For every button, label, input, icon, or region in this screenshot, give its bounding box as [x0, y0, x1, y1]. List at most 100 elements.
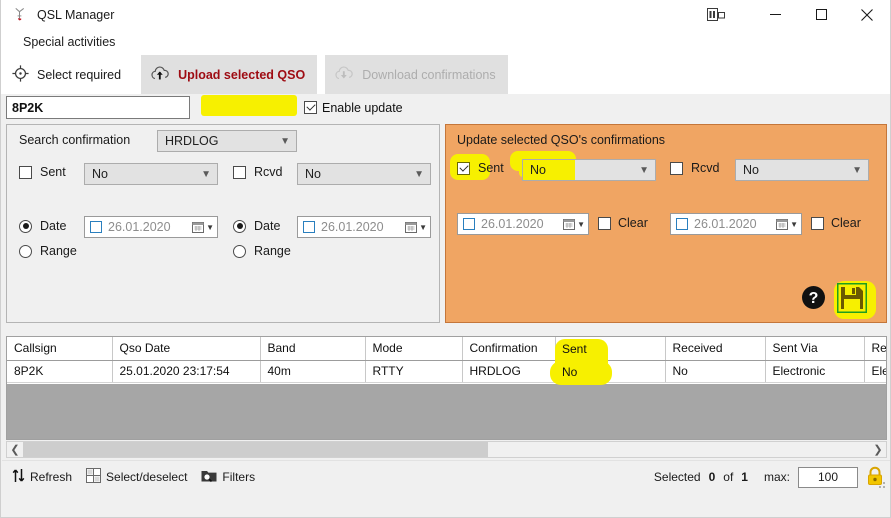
- enable-update-checkbox[interactable]: [304, 101, 317, 114]
- chevron-down-icon: ▼: [206, 222, 214, 232]
- filter-folder-icon: [201, 468, 217, 486]
- callsign-row: Enable update: [1, 94, 890, 121]
- search-left-date-radio[interactable]: [19, 219, 32, 233]
- search-sent-checkbox[interactable]: [19, 165, 32, 179]
- menu-item-special-activities[interactable]: Special activities: [19, 33, 119, 51]
- qsl-manager-window: QSL Manager Special activities Select re…: [0, 0, 891, 518]
- update-left-clear-group[interactable]: Clear: [598, 216, 648, 230]
- calendar-icon[interactable]: ▼: [192, 221, 214, 234]
- filters-button[interactable]: Filters: [201, 468, 255, 486]
- close-icon[interactable]: [844, 0, 890, 29]
- column-header-callsign[interactable]: Callsign: [7, 337, 113, 361]
- scroll-right-arrow-icon[interactable]: ❯: [870, 442, 886, 457]
- search-left-date-radio-row[interactable]: Date: [19, 219, 66, 233]
- update-right-datepicker[interactable]: 26.01.2020 ▼: [670, 213, 802, 235]
- search-sent-value: No: [92, 167, 108, 181]
- refresh-button[interactable]: Refresh: [12, 468, 72, 486]
- enable-update-control[interactable]: Enable update: [201, 95, 407, 119]
- column-header-mode[interactable]: Mode: [365, 337, 463, 361]
- toolbar-download-confirmations-button[interactable]: Download confirmations: [325, 55, 508, 94]
- search-left-datepicker[interactable]: 26.01.2020 ▼: [84, 216, 218, 238]
- highlight-sent-header-text: Sent: [562, 342, 587, 356]
- column-header-qso-date[interactable]: Qso Date: [112, 337, 261, 361]
- column-header-sent-via[interactable]: Sent Via: [765, 337, 865, 361]
- select-deselect-button[interactable]: Select/deselect: [86, 467, 187, 486]
- search-right-datepicker[interactable]: 26.01.2020 ▼: [297, 216, 431, 238]
- search-right-date-radio[interactable]: [233, 219, 246, 233]
- title-bar: QSL Manager: [1, 0, 890, 29]
- search-left-range-radio-row[interactable]: Range: [19, 244, 77, 258]
- search-right-range-radio-row[interactable]: Range: [233, 244, 291, 258]
- update-sent-group: Sent: [457, 161, 504, 175]
- toolbar-upload-selected-qso-button[interactable]: Upload selected QSO: [141, 55, 318, 94]
- status-right-group: Selected 0 of 1 max: 100: [654, 461, 884, 493]
- update-left-datepicker[interactable]: 26.01.2020 ▼: [457, 213, 589, 235]
- toolbar-button-label: Upload selected QSO: [178, 67, 306, 82]
- update-left-date-value: 26.01.2020: [481, 217, 544, 231]
- update-right-clear-label: Clear: [831, 216, 861, 230]
- update-right-date-checkbox[interactable]: [676, 218, 688, 230]
- update-sent-combo[interactable]: No ▼: [522, 159, 656, 181]
- scrollbar-track[interactable]: [23, 442, 870, 457]
- calendar-icon[interactable]: ▼: [563, 218, 585, 231]
- column-header-received[interactable]: Received: [665, 337, 766, 361]
- search-right-range-radio[interactable]: [233, 244, 246, 258]
- scroll-left-arrow-icon[interactable]: ❮: [7, 442, 23, 457]
- search-right-date-label: Date: [254, 219, 281, 233]
- search-left-date-checkbox[interactable]: [90, 221, 102, 233]
- max-label: max:: [763, 470, 790, 484]
- chevron-down-icon: ▼: [852, 164, 862, 176]
- scrollbar-thumb[interactable]: [23, 442, 488, 457]
- cell-confirmation: HRDLOG: [462, 360, 556, 383]
- chevron-down-icon: ▼: [639, 164, 649, 176]
- update-rcvd-checkbox[interactable]: [670, 161, 683, 175]
- update-left-date-checkbox[interactable]: [463, 218, 475, 230]
- selected-prefix-label: Selected: [653, 470, 701, 484]
- search-right-range-label: Range: [254, 244, 291, 258]
- update-rcvd-combo[interactable]: No ▼: [735, 159, 869, 181]
- search-source-combo[interactable]: HRDLOG ▼: [157, 130, 297, 152]
- update-sent-checkbox[interactable]: [457, 161, 470, 175]
- table-horizontal-scrollbar[interactable]: ❮ ❯: [6, 441, 887, 458]
- minimize-icon[interactable]: [752, 0, 798, 29]
- search-source-value: HRDLOG: [165, 134, 219, 148]
- window-title: QSL Manager: [37, 7, 115, 22]
- calendar-icon[interactable]: ▼: [405, 221, 427, 234]
- qso-table[interactable]: Callsign Qso Date Band Mode Confirmation…: [6, 336, 887, 440]
- column-header-received-via[interactable]: Recei: [864, 337, 886, 361]
- search-right-date-checkbox[interactable]: [303, 221, 315, 233]
- chevron-down-icon: ▼: [414, 168, 424, 180]
- column-header-confirmation[interactable]: Confirmation: [462, 337, 556, 361]
- resize-grip[interactable]: [876, 479, 886, 489]
- search-rcvd-combo[interactable]: No ▼: [297, 163, 431, 185]
- update-left-clear-label: Clear: [618, 216, 648, 230]
- max-value-input[interactable]: 100: [798, 466, 858, 488]
- toolbar-select-required-button[interactable]: Select required: [3, 55, 133, 94]
- update-right-clear-checkbox[interactable]: [811, 216, 824, 230]
- search-sent-label: Sent: [40, 165, 66, 179]
- table-empty-area: [7, 384, 886, 439]
- layout-snap-icon[interactable]: [696, 0, 736, 29]
- search-rcvd-checkbox[interactable]: [233, 165, 246, 179]
- panels-area: Search confirmation HRDLOG ▼ Sent No ▼ R…: [1, 121, 890, 323]
- column-header-band[interactable]: Band: [260, 337, 366, 361]
- maximize-icon[interactable]: [798, 0, 844, 29]
- toolbar: Select required Upload selected QSO Down…: [1, 55, 890, 94]
- grid-select-icon: [86, 467, 102, 486]
- update-left-clear-checkbox[interactable]: [598, 216, 611, 230]
- search-right-date-radio-row[interactable]: Date: [233, 219, 280, 233]
- cell-sent-via: Electronic: [765, 360, 865, 383]
- callsign-input[interactable]: [6, 96, 190, 119]
- search-left-range-radio[interactable]: [19, 244, 32, 258]
- help-button[interactable]: ?: [801, 285, 826, 315]
- chevron-down-icon: ▼: [201, 168, 211, 180]
- search-sent-combo[interactable]: No ▼: [84, 163, 218, 185]
- table-row[interactable]: 8P2K 25.01.2020 23:17:54 40m RTTY HRDLOG…: [7, 360, 886, 383]
- refresh-arrows-icon: [12, 468, 25, 486]
- save-button[interactable]: [836, 282, 868, 318]
- calendar-icon[interactable]: ▼: [776, 218, 798, 231]
- update-right-clear-group[interactable]: Clear: [811, 216, 861, 230]
- search-rcvd-value: No: [305, 167, 321, 181]
- search-sent-group: Sent: [19, 165, 66, 179]
- search-right-date-value: 26.01.2020: [321, 220, 384, 234]
